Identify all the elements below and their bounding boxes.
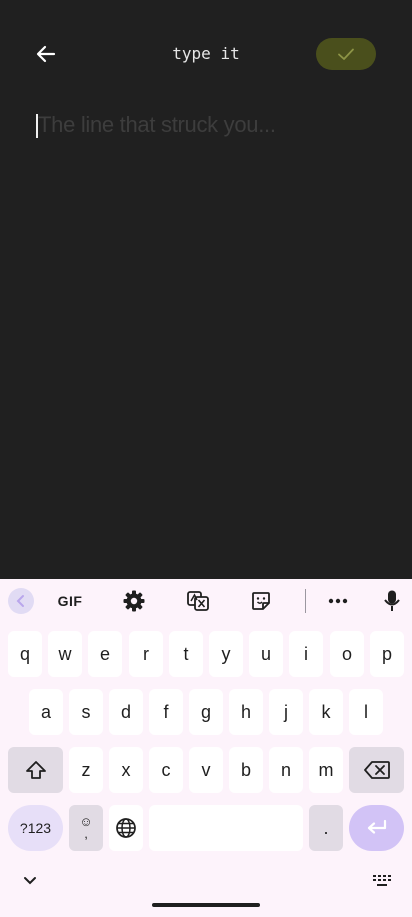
key-w[interactable]: w [48, 631, 82, 677]
gif-label: GIF [57, 593, 83, 609]
key-b[interactable]: b [229, 747, 263, 793]
keyboard-toolbar: GIF [0, 579, 412, 623]
chevron-down-icon [24, 877, 36, 885]
shift-icon [25, 761, 46, 779]
shift-key[interactable] [8, 747, 63, 793]
arrow-left-icon [36, 45, 56, 63]
sticker-button[interactable] [245, 585, 277, 617]
gif-button[interactable]: GIF [52, 585, 88, 617]
key-q[interactable]: q [8, 631, 42, 677]
collapse-toolbar-button[interactable] [8, 588, 34, 614]
backspace-icon [363, 761, 390, 779]
settings-button[interactable] [118, 585, 150, 617]
sticker-icon [252, 592, 270, 610]
key-m[interactable]: m [309, 747, 343, 793]
chevron-left-icon [16, 595, 24, 607]
key-y[interactable]: y [209, 631, 243, 677]
toolbar-divider [305, 589, 306, 613]
key-c[interactable]: c [149, 747, 183, 793]
key-i[interactable]: i [289, 631, 323, 677]
backspace-key[interactable] [349, 747, 404, 793]
key-n[interactable]: n [269, 747, 303, 793]
symbols-key[interactable]: ?123 [8, 805, 63, 851]
check-icon [338, 48, 354, 60]
emoji-comma-key[interactable]: ☺ , [69, 805, 103, 851]
soft-keyboard: GIF q w e r t y u i o p a s d f g h j k … [0, 579, 412, 917]
period-key[interactable]: . [309, 805, 343, 851]
quote-input[interactable]: The line that struck you... [36, 110, 386, 150]
confirm-button[interactable] [316, 38, 376, 70]
keyboard-switch-button[interactable] [370, 871, 394, 891]
hide-keyboard-button[interactable] [20, 871, 40, 891]
key-t[interactable]: t [169, 631, 203, 677]
more-horizontal-icon [328, 598, 348, 604]
quote-input-placeholder: The line that struck you... [38, 112, 276, 137]
key-p[interactable]: p [370, 631, 404, 677]
translate-button[interactable] [182, 585, 214, 617]
key-v[interactable]: v [189, 747, 223, 793]
key-k[interactable]: k [309, 689, 343, 735]
translate-icon [187, 591, 209, 611]
spacebar-key[interactable] [149, 805, 303, 851]
key-g[interactable]: g [189, 689, 223, 735]
key-l[interactable]: l [349, 689, 383, 735]
key-o[interactable]: o [330, 631, 364, 677]
key-a[interactable]: a [29, 689, 63, 735]
globe-icon [116, 818, 136, 838]
key-u[interactable]: u [249, 631, 283, 677]
app-screen: type it The line that struck you... [0, 0, 412, 579]
voice-input-button[interactable] [378, 585, 406, 617]
key-s[interactable]: s [69, 689, 103, 735]
comma-label: , [84, 826, 88, 841]
key-h[interactable]: h [229, 689, 263, 735]
key-z[interactable]: z [69, 747, 103, 793]
microphone-icon [384, 590, 400, 611]
key-r[interactable]: r [129, 631, 163, 677]
language-key[interactable] [109, 805, 143, 851]
key-e[interactable]: e [88, 631, 122, 677]
key-j[interactable]: j [269, 689, 303, 735]
enter-arrow-icon [367, 819, 386, 834]
gesture-handle[interactable] [152, 903, 260, 907]
keyboard-grid-icon [373, 875, 391, 886]
key-x[interactable]: x [109, 747, 143, 793]
key-f[interactable]: f [149, 689, 183, 735]
key-d[interactable]: d [109, 689, 143, 735]
gear-icon [123, 590, 145, 612]
enter-key[interactable] [349, 805, 404, 851]
more-options-button[interactable] [322, 585, 354, 617]
keyboard-bottom-bar [0, 867, 412, 917]
back-button[interactable] [24, 34, 68, 74]
